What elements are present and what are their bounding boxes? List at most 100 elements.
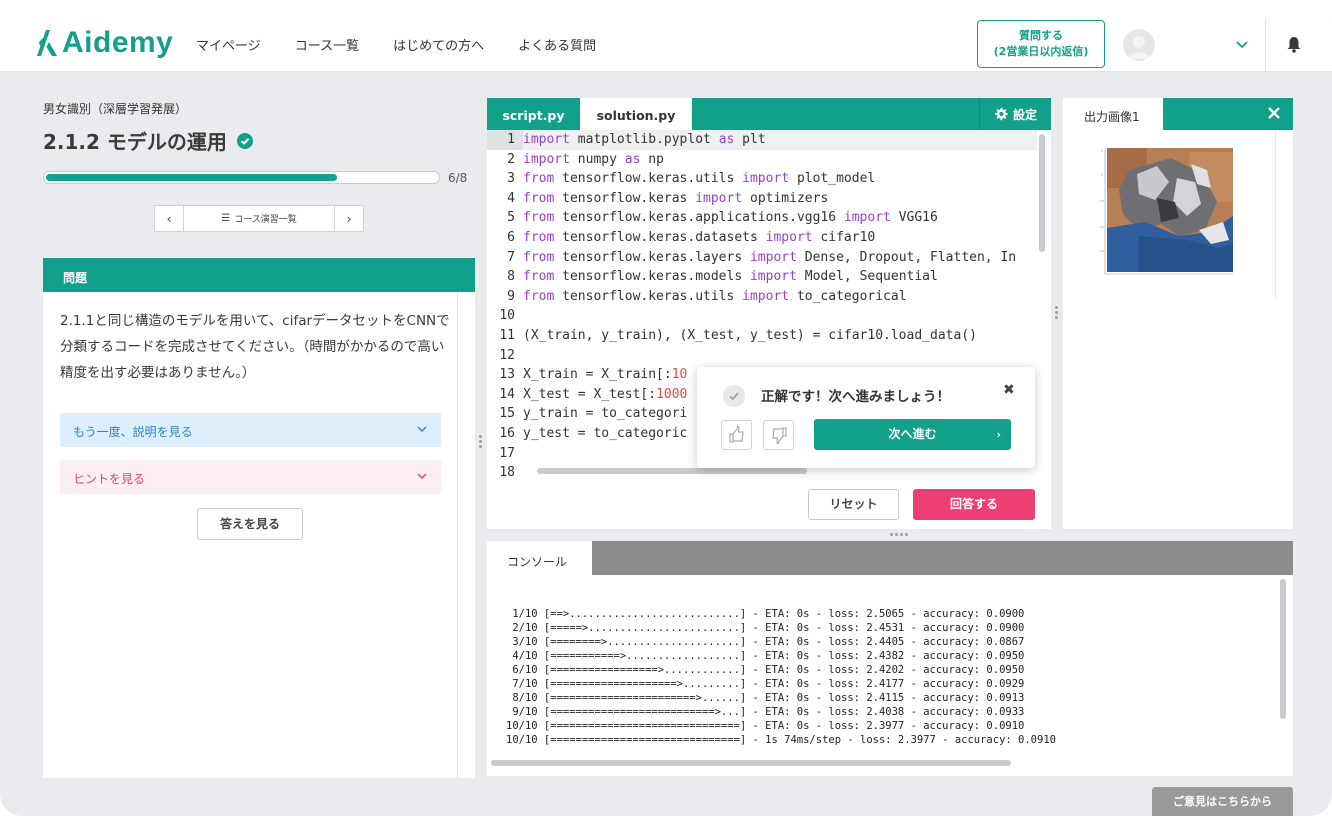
- code-token: import: [742, 171, 790, 187]
- exercise-list-button[interactable]: ☰ コース演習一覧: [183, 206, 335, 231]
- console-splitter-handle[interactable]: [890, 533, 908, 536]
- code-line[interactable]: 12: [487, 346, 1037, 366]
- thumbs-down-icon: [772, 427, 787, 445]
- tab-console[interactable]: コンソール: [487, 541, 592, 575]
- console-horizontal-scrollbar[interactable]: [491, 760, 1011, 766]
- code-line[interactable]: 11 (X_train, y_train), (X_test, y_test) =…: [487, 326, 1037, 346]
- code-line[interactable]: 4 from tensorflow.keras import optimizers: [487, 189, 1037, 209]
- prev-exercise-button[interactable]: ‹: [155, 206, 183, 231]
- close-icon[interactable]: [1267, 106, 1281, 120]
- code-line[interactable]: 9 from tensorflow.keras.utils import to_c…: [487, 287, 1037, 307]
- line-number: 14: [499, 386, 515, 402]
- editor-vertical-scrollbar[interactable]: [1039, 134, 1045, 252]
- code-token: from: [523, 190, 555, 206]
- ask-question-sublabel: (2営業日以内返信): [993, 45, 1089, 58]
- aidemy-logo[interactable]: Aidemy: [36, 26, 173, 60]
- problem-panel: 2.1.1と同じ構造のモデルを用いて、cifarデータセットをCNNで分類するコ…: [43, 292, 475, 778]
- code-token: import: [523, 132, 570, 147]
- check-circle-icon: [236, 132, 253, 149]
- code-line[interactable]: 1 import matplotlib.pyplot as plt: [487, 130, 1037, 150]
- next-step-button[interactable]: 次へ進む ›: [814, 419, 1011, 450]
- code-line[interactable]: 10: [487, 306, 1037, 326]
- thumbs-down-button[interactable]: [763, 420, 794, 450]
- code-token: import: [749, 269, 797, 285]
- nav-beginners[interactable]: はじめての方へ: [393, 35, 484, 54]
- check-icon: [729, 392, 739, 401]
- console-panel: コンソール 1/10 [==>.........................…: [487, 541, 1293, 776]
- show-answer-button[interactable]: 答えを見る: [197, 508, 303, 540]
- chevron-down-icon[interactable]: [1234, 36, 1250, 52]
- editor-horizontal-scrollbar[interactable]: [537, 468, 807, 474]
- output-scrollbar[interactable]: [1275, 130, 1276, 300]
- ask-question-button[interactable]: 質問する (2営業日以内返信): [977, 20, 1105, 68]
- code-line[interactable]: 2 import numpy as np: [487, 150, 1037, 170]
- thumbs-up-button[interactable]: [721, 420, 752, 450]
- code-token: 10: [671, 367, 688, 383]
- reset-button[interactable]: リセット: [808, 489, 899, 520]
- editor-tabbar: script.py solution.py 設定: [487, 98, 1051, 130]
- code-token: import: [749, 249, 797, 265]
- next-exercise-button[interactable]: ›: [335, 206, 363, 231]
- tab-script[interactable]: script.py: [487, 98, 580, 130]
- code-line[interactable]: 8 from tensorflow.keras.models import Mod…: [487, 267, 1037, 287]
- explain-label: もう一度、説明を見る: [73, 425, 193, 439]
- avatar[interactable]: [1123, 29, 1155, 61]
- close-icon[interactable]: ✖: [1003, 382, 1015, 398]
- popup-message: 正解です！次へ進みましょう！: [761, 389, 950, 405]
- line-number: 16: [499, 426, 515, 441]
- code-token: from: [523, 288, 555, 304]
- explain-accordion[interactable]: もう一度、説明を見る: [60, 413, 441, 447]
- exercise-list-label: コース演習一覧: [234, 215, 297, 225]
- line-number: 6: [507, 230, 515, 245]
- settings-button[interactable]: 設定: [979, 98, 1051, 130]
- editor-output-splitter-handle[interactable]: [1055, 306, 1058, 321]
- bell-icon[interactable]: [1285, 35, 1303, 53]
- settings-label: 設定: [1012, 107, 1037, 122]
- code-line[interactable]: 3 from tensorflow.keras.utils import plot…: [487, 169, 1037, 189]
- line-number: 8: [507, 269, 515, 285]
- nav-courses[interactable]: コース一覧: [295, 35, 359, 54]
- console-line: 6/10 [=================>............] - …: [506, 664, 1025, 676]
- line-number: 3: [507, 171, 515, 187]
- progress-bar: [43, 171, 440, 184]
- logo-text: Aidemy: [62, 26, 174, 59]
- next-step-label: 次へ進む: [888, 427, 937, 441]
- tab-output-image-1[interactable]: 出力画像1: [1063, 98, 1163, 130]
- console-vertical-scrollbar[interactable]: [1280, 579, 1286, 719]
- console-tabbar: コンソール: [487, 541, 1293, 575]
- line-number: 11: [499, 328, 515, 343]
- chevron-down-icon: [417, 473, 427, 480]
- code-line[interactable]: 6 from tensorflow.keras.datasets import c…: [487, 228, 1037, 248]
- line-number: 13: [499, 367, 515, 383]
- nav-mypage[interactable]: マイページ: [196, 35, 261, 54]
- code-token: from: [523, 230, 555, 245]
- hint-accordion[interactable]: ヒントを見る: [60, 460, 441, 494]
- tab-solution[interactable]: solution.py: [580, 98, 692, 130]
- code-token: tensorflow.keras.datasets: [554, 230, 766, 245]
- code-token: tensorflow.keras: [554, 190, 696, 206]
- code-token: import: [742, 288, 790, 304]
- line-number: 4: [507, 190, 515, 206]
- nav-faq[interactable]: よくある質問: [518, 35, 596, 54]
- line-number: 18: [499, 465, 515, 481]
- code-token: (X_train, y_train), (X_test, y_test) = c…: [523, 328, 977, 343]
- breadcrumb[interactable]: 男女識別（深層学習発展）: [43, 100, 187, 117]
- lesson-title-text: 2.1.2 モデルの運用: [43, 130, 227, 154]
- problem-scrollbar[interactable]: [457, 292, 458, 778]
- console-line: 4/10 [===========>..................] - …: [506, 650, 1025, 662]
- page-title: 2.1.2 モデルの運用: [43, 126, 253, 155]
- main-nav: マイページ コース一覧 はじめての方へ よくある質問: [196, 35, 630, 54]
- ask-question-label: 質問する: [1019, 29, 1063, 42]
- submit-answer-button[interactable]: 回答する: [913, 489, 1035, 520]
- code-line[interactable]: 7 from tensorflow.keras.layers import Den…: [487, 248, 1037, 268]
- svg-text:20: 20: [1100, 249, 1104, 253]
- left-splitter-handle[interactable]: [479, 435, 482, 455]
- svg-text:5: 5: [1101, 173, 1103, 177]
- feedback-button[interactable]: ご意見はこちらから: [1152, 787, 1293, 816]
- console-line: 3/10 [========>.....................] - …: [506, 636, 1025, 648]
- code-token: y_test = to_categoric: [523, 426, 688, 441]
- logo-mark-icon: [37, 30, 57, 56]
- code-token: X_test = X_test[:: [523, 386, 657, 402]
- code-line[interactable]: 5 from tensorflow.keras.applications.vgg1…: [487, 208, 1037, 228]
- code-token: import: [765, 230, 813, 245]
